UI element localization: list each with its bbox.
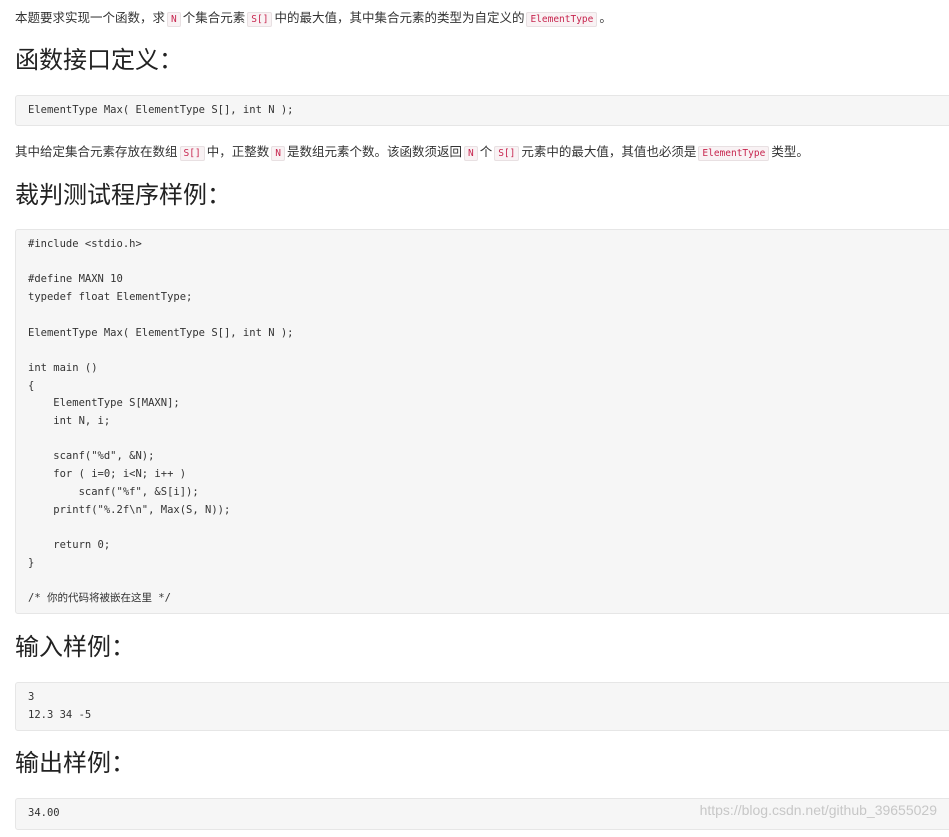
intro-text-2: 个集合元素 (183, 10, 246, 25)
intro-text-4: 。 (599, 10, 612, 25)
watermark: https://blog.csdn.net/github_39655029 (700, 802, 937, 818)
desc-code-s-2: S[] (494, 146, 519, 161)
desc-code-n-2: N (464, 146, 478, 161)
intro-text-3: 中的最大值，其中集合元素的类型为自定义的 (274, 10, 524, 25)
desc-text-6: 类型。 (771, 144, 809, 159)
desc-code-n-1: N (271, 146, 285, 161)
desc-text-2: 中，正整数 (207, 144, 270, 159)
desc-text-3: 是数组元素个数。该函数须返回 (287, 144, 462, 159)
desc-code-elementtype: ElementType (698, 146, 769, 161)
desc-text-1: 其中给定集合元素存放在数组 (15, 144, 178, 159)
heading-test-program: 裁判测试程序样例： (15, 180, 231, 210)
desc-code-s-1: S[] (180, 146, 205, 161)
intro-code-s: S[] (247, 12, 272, 27)
desc-text-5: 元素中的最大值，其值也必须是 (521, 144, 696, 159)
code-block-test-program: #include <stdio.h> #define MAXN 10 typed… (15, 229, 949, 614)
code-block-interface: ElementType Max( ElementType S[], int N … (15, 95, 949, 126)
intro-text-1: 本题要求实现一个函数，求 (15, 10, 165, 25)
description-paragraph: 其中给定集合元素存放在数组S[]中，正整数N是数组元素个数。该函数须返回N个S[… (15, 142, 809, 164)
intro-code-n: N (167, 12, 181, 27)
intro-paragraph: 本题要求实现一个函数，求N个集合元素S[]中的最大值，其中集合元素的类型为自定义… (15, 8, 612, 30)
intro-code-elementtype: ElementType (526, 12, 597, 27)
heading-interface: 函数接口定义： (15, 45, 183, 75)
code-block-input-sample: 3 12.3 34 -5 (15, 682, 949, 731)
heading-input-sample: 输入样例： (15, 632, 135, 662)
desc-text-4: 个 (480, 144, 493, 159)
heading-output-sample: 输出样例： (15, 748, 135, 778)
